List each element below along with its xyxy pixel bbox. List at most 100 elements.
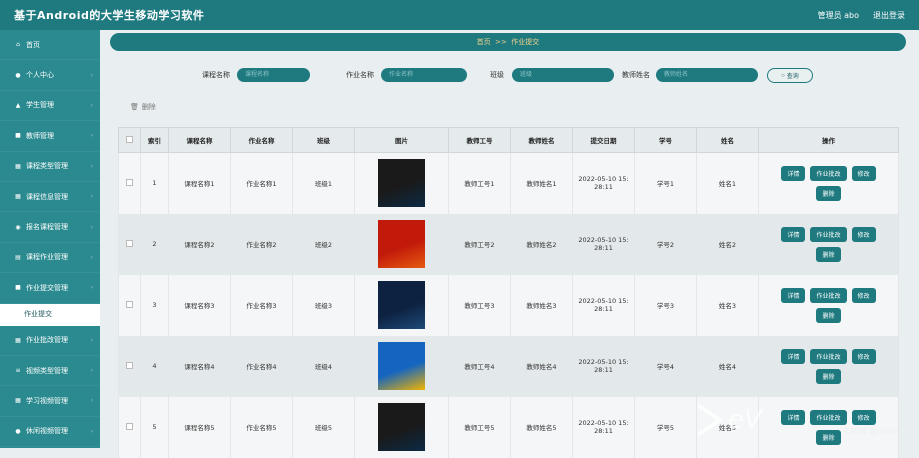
row-checkbox[interactable] <box>126 300 133 308</box>
table-row[interactable]: 4 课程名称4 作业名称4 班级4 教师工号4 教师姓名4 2022-05-10 15: 2… <box>118 335 899 397</box>
cell-index-text: 4 <box>152 362 157 370</box>
course-name-input[interactable] <box>237 68 310 82</box>
delete-button[interactable]: 删除 <box>816 368 841 384</box>
cell-course: 课程名称3 <box>168 274 231 336</box>
table-row[interactable]: 2 课程名称2 作业名称2 班级2 教师工号2 教师姓名2 2022-05-10 15: 2… <box>118 213 899 275</box>
delete-button[interactable]: 删除 <box>816 429 841 445</box>
detail-button[interactable]: 详情 <box>781 287 806 303</box>
cell-date: 2022-05-10 15: 28:11 <box>572 274 635 336</box>
app-title: 基于Android的大学生移动学习软件 <box>14 9 205 22</box>
cell-teacher-no-text: 教师工号4 <box>464 363 495 371</box>
table-row[interactable]: 5 课程名称5 作业名称5 班级5 教师工号5 教师姓名5 2022-05-10 15: 2… <box>118 396 899 458</box>
detail-button[interactable]: 详情 <box>781 165 806 181</box>
grade-button[interactable]: 作业批改 <box>810 348 847 364</box>
cell-homework-text: 作业名称2 <box>246 241 277 249</box>
book-cover-image <box>378 220 425 268</box>
search-button[interactable]: ○ 查询 <box>767 68 813 83</box>
cell-image <box>354 335 449 397</box>
sidebar-item-13[interactable]: ● 休闲视频管理 › <box>0 417 100 448</box>
row-actions: 详情 作业批改 修改 删除 <box>769 226 889 262</box>
list-icon: ▤ <box>15 253 21 261</box>
edit-button[interactable]: 修改 <box>851 348 876 364</box>
chevron-icon: › <box>90 132 93 140</box>
sidebar-item-7[interactable]: ▤ 课程作业管理 › <box>0 243 100 274</box>
detail-button[interactable]: 详情 <box>781 409 806 425</box>
cell-student-name: 姓名2 <box>696 213 759 275</box>
row-select-cell <box>118 213 141 275</box>
grade-button[interactable]: 作业批改 <box>810 226 847 242</box>
cell-homework: 作业名称2 <box>230 213 293 275</box>
detail-button[interactable]: 详情 <box>781 226 806 242</box>
row-select-cell <box>118 335 141 397</box>
table-row[interactable]: 3 课程名称3 作业名称3 班级3 教师工号3 教师姓名3 2022-05-10 15: 2… <box>118 274 899 336</box>
cell-student-no-text: 学号3 <box>656 302 675 310</box>
edit-button[interactable]: 修改 <box>851 226 876 242</box>
row-checkbox[interactable] <box>126 361 133 369</box>
row-actions: 详情 作业批改 修改 删除 <box>769 287 889 323</box>
cell-teacher-name: 教师姓名5 <box>510 396 573 458</box>
sidebar-item-2[interactable]: ▲ 学生管理 › <box>0 91 100 122</box>
sidebar-item-label: 休闲视频管理 <box>26 427 68 436</box>
cell-class: 班级3 <box>292 274 355 336</box>
cell-class-text: 班级4 <box>314 363 333 371</box>
sidebar-item-12[interactable]: ▦ 学习视频管理 › <box>0 386 100 417</box>
cell-teacher-name: 教师姓名1 <box>510 152 573 214</box>
homework-name-input[interactable] <box>381 68 467 82</box>
edit-button[interactable]: 修改 <box>851 287 876 303</box>
row-checkbox[interactable] <box>126 178 133 186</box>
cell-homework: 作业名称3 <box>230 274 293 336</box>
grid-icon: ▦ <box>15 336 21 344</box>
sidebar: ⌂ 首页 ● 个人中心 › ▲ 学生管理 › ■ 教师管理 › ▦ 课程类型管理 › ▦ 课程信息管理 › ◉ 报名… <box>0 30 100 448</box>
grade-button[interactable]: 作业批改 <box>810 409 847 425</box>
sidebar-subitem-9[interactable]: 作业提交 <box>0 303 100 326</box>
teacher-name-input[interactable] <box>656 68 758 82</box>
grade-button[interactable]: 作业批改 <box>810 287 847 303</box>
trash-icon: 🗑 <box>130 103 139 111</box>
cell-homework-text: 作业名称1 <box>246 180 277 189</box>
grade-button[interactable]: 作业批改 <box>810 165 847 181</box>
batch-delete-button[interactable]: 🗑 删除 <box>130 102 156 112</box>
cell-teacher-no: 教师工号1 <box>448 152 511 214</box>
sidebar-item-4[interactable]: ▦ 课程类型管理 › <box>0 152 100 182</box>
cell-course-text: 课程名称1 <box>184 180 215 189</box>
search-bar: 课程名称 作业名称 班级 教师姓名 ○ 查询 <box>110 66 906 84</box>
delete-button[interactable]: 删除 <box>816 307 841 323</box>
row-checkbox[interactable] <box>126 422 133 430</box>
sidebar-item-label: 作业批改管理 <box>26 336 68 345</box>
th-course: 课程名称 <box>168 127 231 153</box>
sidebar-item-5[interactable]: ▦ 课程信息管理 › <box>0 182 100 213</box>
cell-homework-text: 作业名称4 <box>246 363 277 371</box>
cell-actions: 详情 作业批改 修改 删除 <box>758 213 899 275</box>
logout-link[interactable]: 退出登录 <box>873 10 905 21</box>
cell-class-text: 班级1 <box>314 180 333 189</box>
table-row[interactable]: 1 课程名称1 作业名称1 班级1 教师工号1 教师姓名1 2022-05-10 15: 2… <box>118 152 899 214</box>
sidebar-item-10[interactable]: ▦ 作业批改管理 › <box>0 326 100 356</box>
cell-class: 班级2 <box>292 213 355 275</box>
cell-course-text: 课程名称5 <box>184 424 215 432</box>
sidebar-item-6[interactable]: ◉ 报名课程管理 › <box>0 212 100 243</box>
select-all-header <box>118 127 141 153</box>
cell-index: 1 <box>140 152 169 214</box>
sidebar-item-0[interactable]: ⌂ 首页 <box>0 30 100 61</box>
delete-button[interactable]: 删除 <box>816 246 841 262</box>
sidebar-item-1[interactable]: ● 个人中心 › <box>0 60 100 91</box>
sidebar-item-11[interactable]: ≡ 视频类型管理 › <box>0 356 100 387</box>
class-input[interactable] <box>512 68 614 82</box>
detail-button[interactable]: 详情 <box>781 348 806 364</box>
edit-button[interactable]: 修改 <box>851 165 876 181</box>
select-all-checkbox[interactable] <box>126 135 133 143</box>
cell-course: 课程名称1 <box>168 152 231 214</box>
cell-homework-text: 作业名称3 <box>246 302 277 310</box>
cell-student-name: 姓名4 <box>696 335 759 397</box>
cell-teacher-no: 教师工号3 <box>448 274 511 336</box>
row-select-cell <box>118 396 141 458</box>
row-checkbox[interactable] <box>126 239 133 247</box>
edit-button[interactable]: 修改 <box>851 409 876 425</box>
cell-index: 3 <box>140 274 169 336</box>
doc-icon: ■ <box>15 132 21 140</box>
delete-button[interactable]: 删除 <box>816 185 841 201</box>
cell-student-no: 学号3 <box>634 274 697 336</box>
sidebar-item-label: 课程作业管理 <box>26 253 68 262</box>
sidebar-item-8[interactable]: ■ 作业提交管理 › <box>0 273 100 304</box>
sidebar-item-3[interactable]: ■ 教师管理 › <box>0 121 100 152</box>
